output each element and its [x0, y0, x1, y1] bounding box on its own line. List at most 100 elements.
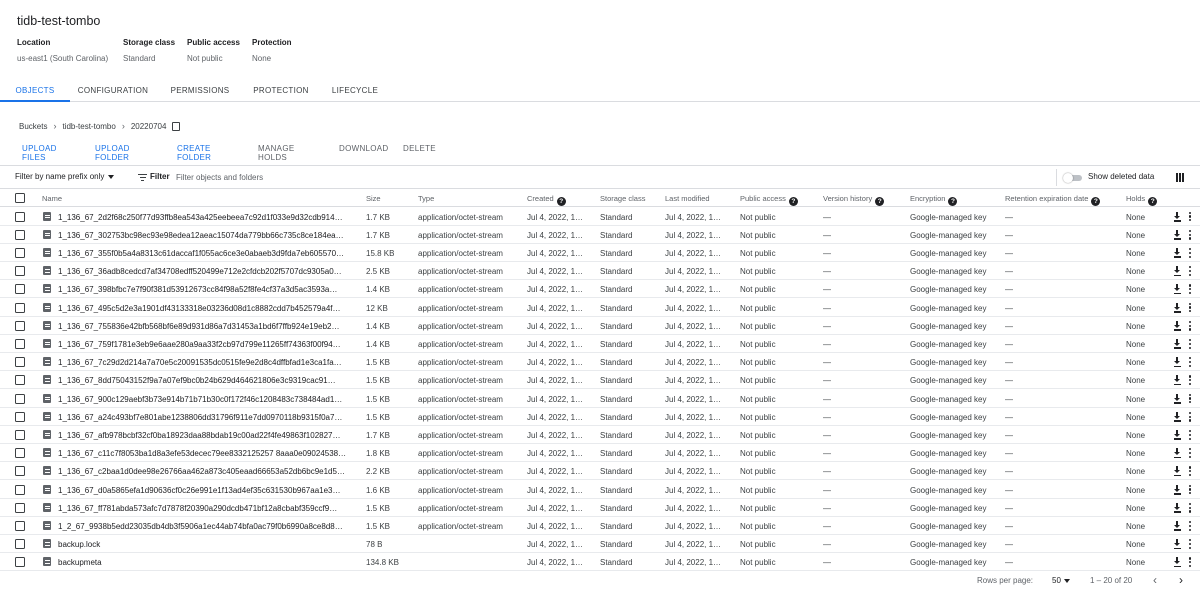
more-vert-icon[interactable] — [1188, 539, 1192, 550]
download-icon[interactable] — [1173, 302, 1181, 313]
cell-name[interactable]: 1_136_67_2d2f68c250f77d93ffb8ea543a425ee… — [58, 213, 358, 222]
table-row[interactable]: 1_136_67_36adb8cedcd7af34708edff520499e7… — [0, 262, 1200, 281]
table-row[interactable]: 1_136_67_d0a5865efa1d90636cf0c26e991e1f1… — [0, 481, 1200, 499]
copy-icon[interactable] — [172, 121, 181, 131]
table-row[interactable]: 1_136_67_2d2f68c250f77d93ffb8ea543a425ee… — [0, 208, 1200, 226]
cell-name[interactable]: 1_136_67_900c129aebf3b73e914b71b71b30c0f… — [58, 395, 358, 404]
table-row[interactable]: 1_136_67_398bfbc7e7f90f381d53912673cc84f… — [0, 280, 1200, 299]
download-icon[interactable] — [1173, 320, 1181, 331]
help-icon[interactable]: ? — [1148, 196, 1158, 206]
col-type[interactable]: Type — [418, 194, 434, 203]
cell-name[interactable]: 1_136_67_355f0b5a4a8313c61daccaf1f055ac6… — [58, 249, 358, 258]
download-icon[interactable] — [1173, 466, 1181, 477]
col-name[interactable]: Name — [42, 194, 62, 203]
col-retention[interactable]: Retention expiration date? — [1005, 194, 1101, 206]
cell-name[interactable]: backup.lock — [58, 540, 358, 549]
table-row[interactable]: 1_136_67_ff781abda573afc7d7878f20390a290… — [0, 499, 1200, 517]
more-vert-icon[interactable] — [1188, 284, 1192, 295]
download-icon[interactable] — [1173, 429, 1181, 440]
cell-name[interactable]: backupmeta — [58, 558, 358, 567]
rows-per-page-select[interactable]: 50 — [1052, 576, 1070, 585]
more-vert-icon[interactable] — [1188, 429, 1192, 440]
row-checkbox[interactable] — [15, 448, 25, 459]
cell-name[interactable]: 1_136_67_8dd75043152f9a7a07ef9bc0b24b629… — [58, 376, 358, 385]
row-checkbox[interactable] — [15, 302, 25, 313]
row-checkbox[interactable] — [15, 520, 25, 531]
row-checkbox[interactable] — [15, 266, 25, 277]
table-row[interactable]: 1_2_67_9938b5edd23035db4db3f5906a1ec44ab… — [0, 517, 1200, 536]
table-row[interactable]: 1_136_67_495c5d2e3a1901df43133318e03236d… — [0, 299, 1200, 317]
row-checkbox[interactable] — [15, 502, 25, 513]
download-icon[interactable] — [1173, 484, 1181, 495]
table-row[interactable]: 1_136_67_a24c493bf7e801abe1238806dd31796… — [0, 408, 1200, 426]
download-icon[interactable] — [1173, 247, 1181, 258]
cell-name[interactable]: 1_136_67_398bfbc7e7f90f381d53912673cc84f… — [58, 285, 358, 294]
cell-name[interactable]: 1_136_67_495c5d2e3a1901df43133318e03236d… — [58, 304, 358, 313]
download-icon[interactable] — [1173, 284, 1181, 295]
more-vert-icon[interactable] — [1188, 375, 1192, 386]
cell-name[interactable]: 1_136_67_755836e42bfb568bf6e89d931d86a7d… — [58, 322, 358, 331]
row-checkbox[interactable] — [15, 484, 25, 495]
table-row[interactable]: 1_136_67_355f0b5a4a8313c61daccaf1f055ac6… — [0, 244, 1200, 263]
more-vert-icon[interactable] — [1188, 502, 1192, 513]
more-vert-icon[interactable] — [1188, 247, 1192, 258]
filter-input[interactable] — [176, 171, 576, 184]
chevron-right-icon[interactable]: › — [1176, 574, 1186, 587]
table-row[interactable]: 1_136_67_759f1781e3eb9e6aae280a9aa33f2cb… — [0, 335, 1200, 354]
row-checkbox[interactable] — [15, 429, 25, 440]
more-vert-icon[interactable] — [1188, 411, 1192, 422]
more-vert-icon[interactable] — [1188, 320, 1192, 331]
filter-prefix-select[interactable]: Filter by name prefix only — [15, 172, 115, 181]
download-icon[interactable] — [1173, 502, 1181, 513]
help-icon[interactable]: ? — [875, 196, 885, 206]
help-icon[interactable]: ? — [788, 196, 798, 206]
row-checkbox[interactable] — [15, 284, 25, 295]
upload-folder-button[interactable]: UPLOAD FOLDER — [95, 144, 130, 162]
download-icon[interactable] — [1173, 266, 1181, 277]
col-holds[interactable]: Holds? — [1126, 194, 1158, 206]
table-row[interactable]: backupmeta 134.8 KB Jul 4, 2022, 1… Standar… — [0, 553, 1200, 572]
download-icon[interactable] — [1173, 211, 1181, 222]
more-vert-icon[interactable] — [1188, 357, 1192, 368]
more-vert-icon[interactable] — [1188, 266, 1192, 277]
more-vert-icon[interactable] — [1188, 557, 1192, 568]
table-row[interactable]: 1_136_67_8dd75043152f9a7a07ef9bc0b24b629… — [0, 371, 1200, 390]
cell-name[interactable]: 1_136_67_759f1781e3eb9e6aae280a9aa33f2cb… — [58, 340, 358, 349]
table-row[interactable]: 1_136_67_c2baa1d0dee98e26766aa462a873c40… — [0, 462, 1200, 481]
cell-name[interactable]: 1_136_67_36adb8cedcd7af34708edff520499e7… — [58, 267, 358, 276]
download-button[interactable]: DOWNLOAD — [339, 144, 389, 153]
help-icon[interactable]: ? — [948, 196, 958, 206]
help-icon[interactable]: ? — [1091, 196, 1101, 206]
breadcrumb-buckets[interactable]: Buckets — [19, 122, 47, 131]
col-last-modified[interactable]: Last modified — [665, 194, 710, 203]
tab-permissions[interactable]: PERMISSIONS — [168, 82, 232, 102]
cell-name[interactable]: 1_136_67_afb978bcbf32cf0ba18923daa88bdab… — [58, 431, 358, 440]
row-checkbox[interactable] — [15, 393, 25, 404]
show-deleted-toggle[interactable] — [1063, 172, 1083, 183]
row-checkbox[interactable] — [15, 320, 25, 331]
table-row[interactable]: backup.lock 78 B Jul 4, 2022, 1… Standard Ju… — [0, 535, 1200, 554]
download-icon[interactable] — [1173, 557, 1181, 568]
row-checkbox[interactable] — [15, 539, 25, 550]
download-icon[interactable] — [1173, 357, 1181, 368]
more-vert-icon[interactable] — [1188, 520, 1192, 531]
col-version-history[interactable]: Version history? — [823, 194, 885, 206]
more-vert-icon[interactable] — [1188, 448, 1192, 459]
cell-name[interactable]: 1_136_67_c2baa1d0dee98e26766aa462a873c40… — [58, 467, 358, 476]
more-vert-icon[interactable] — [1188, 484, 1192, 495]
tab-protection[interactable]: PROTECTION — [251, 82, 311, 102]
more-vert-icon[interactable] — [1188, 302, 1192, 313]
col-public-access[interactable]: Public access? — [740, 194, 798, 206]
create-folder-button[interactable]: CREATE FOLDER — [177, 144, 211, 162]
row-checkbox[interactable] — [15, 247, 25, 258]
more-vert-icon[interactable] — [1188, 211, 1192, 222]
cell-name[interactable]: 1_2_67_9938b5edd23035db4db3f5906a1ec44ab… — [58, 522, 358, 531]
download-icon[interactable] — [1173, 393, 1181, 404]
cell-name[interactable]: 1_136_67_c11c7f8053ba1d8a3efe53decec79ee… — [58, 449, 358, 458]
cell-name[interactable]: 1_136_67_7c29d2d214a7a70e5c20091535dc051… — [58, 358, 358, 367]
more-vert-icon[interactable] — [1188, 229, 1192, 240]
manage-holds-button[interactable]: MANAGE HOLDS — [258, 144, 294, 162]
table-row[interactable]: 1_136_67_302753bc98ec93e98edea12aeac1507… — [0, 226, 1200, 244]
col-storage-class[interactable]: Storage class — [600, 194, 645, 203]
row-checkbox[interactable] — [15, 338, 25, 349]
